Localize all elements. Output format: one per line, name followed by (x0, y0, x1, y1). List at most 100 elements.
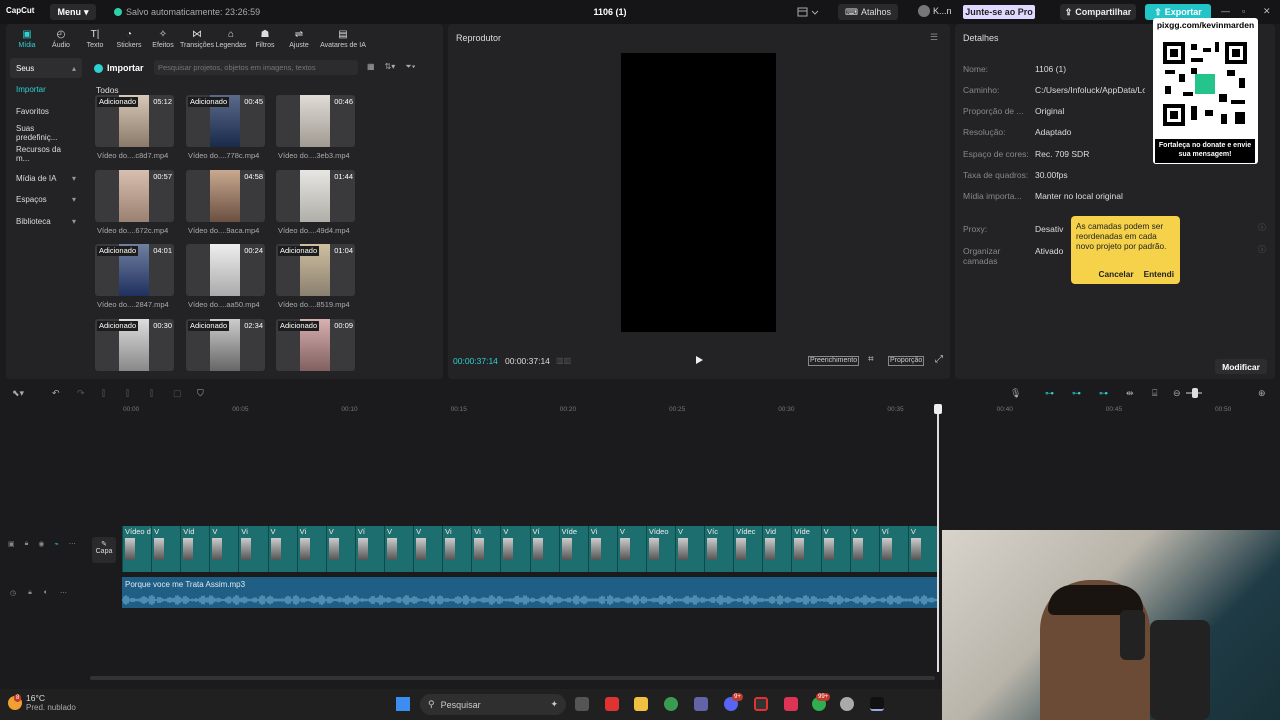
share-button[interactable]: ⇪ Compartilhar (1060, 4, 1136, 20)
linkage-icon[interactable]: ⊶ (1099, 388, 1108, 399)
link-icon[interactable]: ⊶ (1045, 388, 1054, 399)
marker-icon[interactable]: ⛉ (197, 388, 204, 399)
tooltip-cancel-button[interactable]: Cancelar (1099, 269, 1134, 279)
screenshot-icon[interactable]: ⌗ (868, 354, 874, 365)
video-clip[interactable]: V (849, 526, 879, 572)
video-clip[interactable]: Ví (354, 526, 384, 572)
video-clip[interactable]: Víde (558, 526, 588, 572)
magnet-icon[interactable]: ⊶ (1072, 388, 1081, 399)
lock-icon[interactable]: 🔒︎ (25, 540, 29, 548)
tab-captions[interactable]: ⌂ Legendas (214, 24, 248, 54)
media-search-input[interactable] (154, 60, 358, 75)
hamburger-icon[interactable]: ☰ (930, 32, 938, 43)
video-clip[interactable]: Víde (791, 526, 820, 572)
media-thumbnail[interactable]: Adicionado 04:01 (95, 244, 174, 296)
tab-text[interactable]: T| Texto (78, 24, 112, 54)
video-clip[interactable]: V (151, 526, 180, 572)
menu-button[interactable]: Menu ▾ (50, 4, 96, 20)
youtube-icon[interactable] (605, 697, 619, 711)
select-tool-icon[interactable]: ⬉▾ (12, 388, 24, 399)
video-clip[interactable]: Vi (238, 526, 267, 572)
settings-icon[interactable] (840, 697, 854, 711)
track-thumbnail-icon[interactable]: ▣ (8, 540, 15, 548)
split-icon[interactable]: ⫿ (102, 388, 105, 399)
record-icon[interactable] (754, 697, 768, 711)
zoom-in-icon[interactable]: ⊕ (1258, 388, 1266, 399)
microphone-icon[interactable]: 🎙 (1010, 388, 1021, 399)
video-clip[interactable]: V (383, 526, 413, 572)
video-clip[interactable]: V (325, 526, 355, 572)
video-clip[interactable]: Ví (529, 526, 559, 572)
video-clip[interactable]: Vi (587, 526, 617, 572)
sidebar-item[interactable]: Importar (10, 80, 82, 100)
video-clip[interactable]: V (209, 526, 238, 572)
info-icon[interactable]: ⓘ (1258, 244, 1266, 255)
tab-adjust[interactable]: ⇌ Ajuste (282, 24, 316, 54)
lock-icon[interactable]: 🔒︎ (28, 589, 32, 597)
sidebar-item[interactable]: Biblioteca ▾ (10, 211, 82, 231)
video-preview[interactable] (621, 53, 776, 332)
eye-icon[interactable]: ◉ (38, 540, 44, 548)
video-clip[interactable]: Víd (180, 526, 209, 572)
video-clip[interactable]: Vi (471, 526, 500, 572)
video-clip[interactable]: V (267, 526, 297, 572)
minimize-icon[interactable]: — (1221, 6, 1230, 16)
playhead-handle[interactable] (934, 404, 942, 414)
video-clip[interactable]: Vídeo do (645, 526, 675, 572)
timeline-scrollbar[interactable] (90, 676, 935, 680)
maximize-icon[interactable]: ▫ (1242, 6, 1245, 16)
layout-icon[interactable] (797, 6, 819, 18)
app-icon[interactable] (784, 697, 798, 711)
delete-icon[interactable]: ▢ (173, 388, 182, 399)
tab-stickers[interactable]: ◔ Stickers (112, 24, 146, 54)
video-track[interactable]: Vídeo d V Víd V Vi V Vi V Ví V V Vi Vi V Ví Víde Vi V Víde… (122, 526, 937, 572)
video-clip[interactable]: Víc (704, 526, 733, 572)
preview-axis-icon[interactable]: ⌸ (1152, 388, 1157, 399)
tab-media[interactable]: ▣ Mídia (10, 24, 44, 54)
task-view-icon[interactable] (575, 697, 589, 711)
split-right-icon[interactable]: ⫿ (150, 388, 153, 399)
waveform-icon[interactable]: ▥▥ (556, 356, 571, 365)
video-clip[interactable]: Vi (442, 526, 471, 572)
join-pro-button[interactable]: Junte-se ao Pro (963, 5, 1035, 19)
import-button[interactable]: Importar (94, 61, 148, 75)
undo-icon[interactable]: ↶ (52, 388, 60, 399)
tooltip-ok-button[interactable]: Entendi (1144, 269, 1174, 279)
media-thumbnail[interactable]: Adicionado 00:09 (276, 319, 355, 371)
teams-icon[interactable] (694, 697, 708, 711)
speaker-icon[interactable]: 🔈︎ (44, 589, 48, 597)
fill-button[interactable]: Preenchimento (808, 356, 860, 366)
weather-widget[interactable]: 8 16°C Pred. nublado (8, 693, 76, 712)
playhead[interactable] (937, 404, 939, 672)
split-left-icon[interactable]: ⫿ (126, 388, 129, 399)
user-account[interactable]: K...n (918, 5, 952, 17)
media-thumbnail[interactable]: Adicionado 02:34 (186, 319, 265, 371)
sidebar-item[interactable]: Mídia de IA ▾ (10, 168, 82, 188)
video-clip[interactable]: Ví (878, 526, 908, 572)
sidebar-item[interactable]: Espaços ▾ (10, 190, 82, 210)
zoom-slider-handle[interactable] (1192, 388, 1198, 398)
video-clip[interactable]: Vídeo d (122, 526, 151, 572)
tab-transitions[interactable]: ⋈ Transições (180, 24, 214, 54)
info-icon[interactable]: ⓘ (1258, 222, 1266, 233)
video-clip[interactable]: Vid (762, 526, 791, 572)
video-clip[interactable]: Vi (296, 526, 326, 572)
video-clip[interactable]: V (907, 526, 937, 572)
windows-start-icon[interactable] (396, 697, 410, 711)
video-clip[interactable]: Vídec (733, 526, 762, 572)
video-clip[interactable]: V (616, 526, 646, 572)
more-icon[interactable]: ⋯ (60, 589, 67, 597)
media-thumbnail[interactable]: 00:46 (276, 95, 355, 147)
sidebar-item[interactable]: Recursos da m... (10, 144, 82, 164)
align-icon[interactable]: ⇹ (1126, 388, 1134, 399)
audio-link-icon[interactable]: ⌁ (54, 540, 58, 548)
media-thumbnail[interactable]: 00:24 (186, 244, 265, 296)
more-icon[interactable]: ⋯ (69, 540, 76, 548)
tab-audio[interactable]: ◴ Áudio (44, 24, 78, 54)
ratio-button[interactable]: Proporção (888, 356, 925, 366)
media-thumbnail[interactable]: Adicionado 05:12 (95, 95, 174, 147)
media-thumbnail[interactable]: 01:44 (276, 170, 355, 222)
clock-icon[interactable]: ◷ (10, 589, 16, 597)
tab-effects[interactable]: ✧ Efeitos (146, 24, 180, 54)
grid-view-icon[interactable]: ▦ (367, 62, 375, 72)
